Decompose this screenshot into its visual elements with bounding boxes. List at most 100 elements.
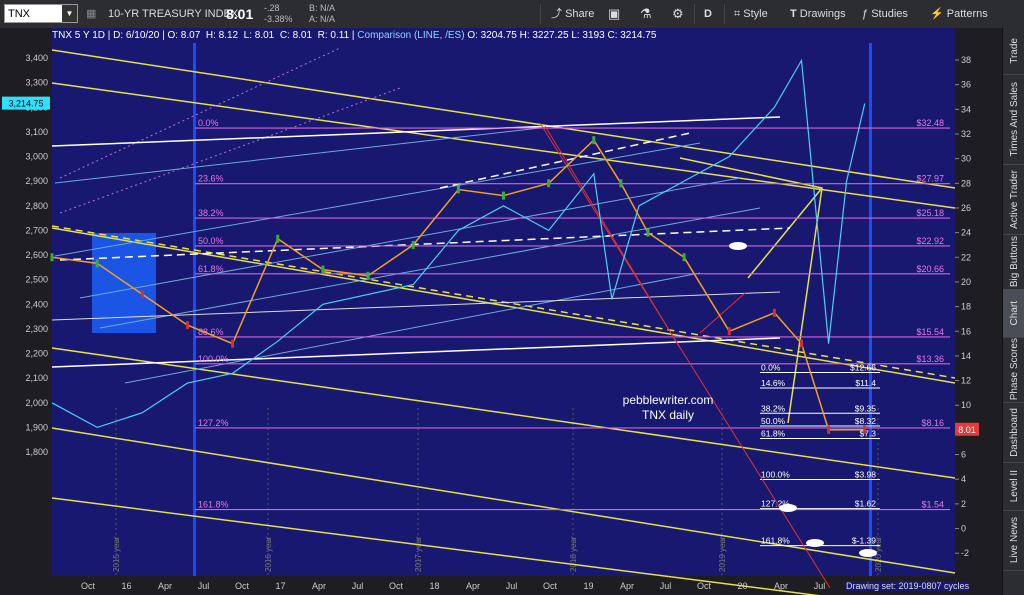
left-tick-label: 2,300: [25, 324, 48, 334]
fib-small-price: $3.98: [855, 469, 877, 479]
tnx-candle: [682, 253, 686, 262]
grid-icon[interactable]: ▦: [86, 0, 96, 28]
right-tick-label: 28: [961, 178, 971, 188]
patterns-button[interactable]: ⚡ Patterns: [930, 0, 988, 28]
fib-small-price: $-1.39: [852, 536, 876, 546]
year-mark: 2018 year: [569, 536, 578, 572]
x-tick-label: Jul: [506, 581, 518, 591]
header-open: O: 8.07: [167, 30, 201, 41]
tnx-candle: [772, 308, 776, 317]
cycle-marker: [869, 43, 872, 576]
sidebar-item-active-trader[interactable]: Active Trader: [1003, 164, 1024, 235]
left-tick-label: 3,400: [25, 53, 48, 63]
header-high: H: 8.12: [205, 30, 239, 41]
tnx-candle: [799, 339, 803, 348]
ask-value: A: N/A: [309, 14, 336, 24]
x-tick-label: 19: [583, 581, 593, 591]
x-tick-label: Oct: [543, 581, 558, 591]
sidebar-item-label: Chart: [1008, 300, 1020, 326]
x-tick-label: Jul: [660, 581, 672, 591]
watermark-site: pebblewriter.com: [623, 393, 714, 407]
x-tick-label: Jul: [198, 581, 210, 591]
header-range: R: 0.11: [317, 30, 350, 41]
dotted-line: [59, 87, 401, 214]
left-tick-label: 3,300: [25, 78, 48, 88]
x-tick-label: Oct: [389, 581, 404, 591]
x-tick-label: Apr: [158, 581, 172, 591]
sidebar-item-label: Level II: [1008, 469, 1020, 503]
tnx-candle: [646, 228, 650, 237]
sidebar-item-chart[interactable]: Chart: [1003, 289, 1024, 338]
fib-small-price: $1.62: [855, 499, 877, 509]
last-price: 8.01: [226, 6, 254, 22]
left-tick-label: 2,700: [25, 225, 48, 235]
flask-icon[interactable]: ⚗: [640, 0, 652, 28]
fib-small-pct: 61.8%: [761, 429, 786, 439]
fib-small-pct: 14.6%: [761, 378, 786, 388]
cycle-marker: [193, 43, 196, 576]
pivot-marker: [729, 242, 747, 250]
studies-label: Studies: [871, 8, 908, 20]
studies-button[interactable]: ƒ Studies: [862, 0, 908, 28]
x-tick-label: Apr: [620, 581, 634, 591]
left-axis: [0, 28, 52, 595]
left-tick-label: 2,100: [25, 373, 48, 383]
tnx-candle: [276, 234, 280, 243]
left-tick-label: 2,200: [25, 349, 48, 359]
left-tick-label: 3,100: [25, 127, 48, 137]
right-tick-label: 20: [961, 277, 971, 287]
sidebar-item-dashboard[interactable]: Dashboard: [1003, 402, 1024, 463]
left-tick-label: 1,900: [25, 422, 48, 432]
es-last-label: 3,214.75: [8, 99, 43, 109]
sidebar-item-label: Times And Sales: [1008, 81, 1020, 157]
right-tick-label: 10: [961, 400, 971, 410]
year-mark: 2019 year: [718, 536, 727, 572]
sidebar-item-times-and-sales[interactable]: Times And Sales: [1003, 74, 1024, 165]
tnx-candle: [592, 136, 596, 145]
right-tick-label: 30: [961, 154, 971, 164]
sidebar-item-trade[interactable]: Trade: [1003, 28, 1024, 75]
sidebar-item-phase-scores[interactable]: Phase Scores: [1003, 337, 1024, 403]
tnx-candle: [863, 425, 867, 434]
sidebar-item-big-buttons[interactable]: Big Buttons: [1003, 234, 1024, 290]
trend-line: [51, 82, 956, 209]
pivot-marker: [779, 504, 797, 512]
left-tick-label: 3,000: [25, 152, 48, 162]
year-mark: 2015 year: [112, 536, 121, 572]
style-label: Style: [743, 8, 768, 20]
right-sidebar: Trade Times And Sales Active Trader Big But…: [1002, 28, 1024, 595]
fib-small-pct: 50.0%: [761, 416, 786, 426]
chevron-down-icon[interactable]: ▼: [62, 5, 77, 22]
drawings-button[interactable]: T Drawings: [790, 0, 846, 28]
year-mark: 2016 year: [264, 536, 273, 572]
fib-level-pct: 50.0%: [198, 236, 224, 246]
calendar-icon[interactable]: ▣: [608, 0, 620, 28]
gear-icon[interactable]: ⚙: [672, 0, 684, 28]
drawings-label: Drawings: [799, 8, 846, 20]
sidebar-item-live-news[interactable]: Live News: [1003, 510, 1024, 571]
period-button[interactable]: D: [704, 0, 712, 28]
studies-icon: ƒ: [862, 8, 872, 20]
left-tick-label: 1,800: [25, 447, 48, 457]
symbol-text: TNX: [8, 8, 30, 20]
tnx-candle: [547, 179, 551, 188]
channel-line: [79, 177, 741, 299]
fib-small-pct: 100.0%: [761, 469, 790, 479]
share-button[interactable]: ⤴ Share: [551, 0, 594, 28]
share-label: Share: [565, 8, 595, 20]
sidebar-item-label: Big Buttons: [1008, 235, 1020, 288]
study-name: TNX 5 Y 1D: [52, 30, 105, 41]
chart-area[interactable]: 2015 year 2016 year 2017 year 2018 year 2019…: [0, 28, 1002, 595]
drawing-set-label: Drawing set: 2019-0807 cycles: [846, 581, 970, 591]
net-change: -.28 -3.38%: [264, 3, 293, 25]
right-tick-label: 22: [961, 252, 971, 262]
style-button[interactable]: ⌗ Style: [734, 0, 768, 28]
right-tick-label: 6: [961, 450, 966, 460]
sidebar-item-label: Live News: [1008, 516, 1020, 564]
fib-level-price: $15.54: [916, 327, 944, 337]
x-tick-label: Oct: [697, 581, 712, 591]
tnx-candle: [619, 179, 623, 188]
sidebar-item-level-ii[interactable]: Level II: [1003, 462, 1024, 511]
symbol-input[interactable]: TNX ▼: [4, 4, 78, 23]
arrow-path: [679, 157, 823, 424]
